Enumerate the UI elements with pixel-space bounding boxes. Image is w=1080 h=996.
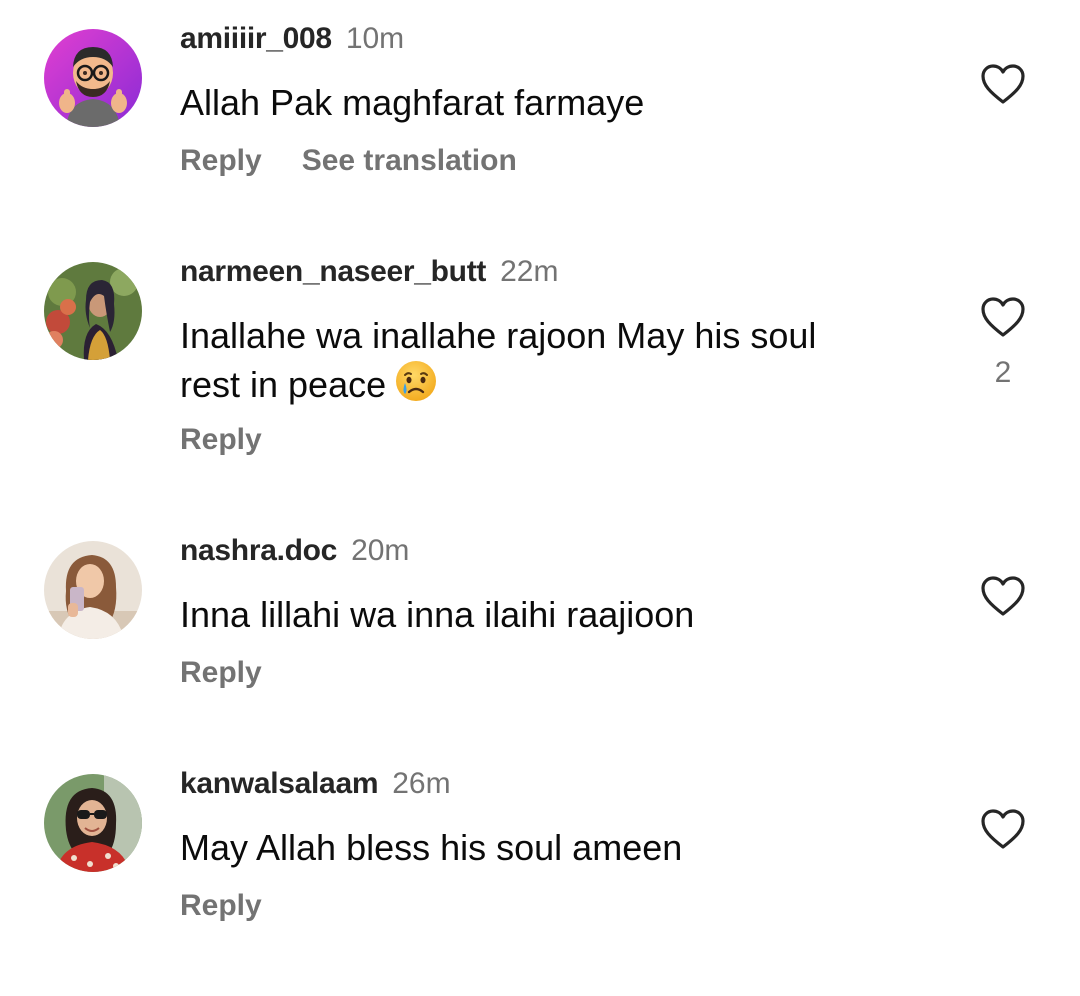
user-avatar[interactable] — [44, 541, 142, 639]
heart-outline-icon — [981, 809, 1025, 849]
username[interactable]: kanwalsalaam — [180, 767, 379, 800]
comment-text-line: Inallahe wa inallahe rajoon May his soul — [180, 315, 817, 356]
user-photo-avatar-icon — [44, 262, 142, 360]
comment-text: May Allah bless his soul ameen — [180, 827, 683, 868]
username[interactable]: nashra.doc — [180, 534, 337, 567]
comment-actions: Reply — [180, 656, 262, 690]
like-button[interactable] — [980, 296, 1026, 338]
memoji-avatar-icon — [44, 29, 142, 127]
crying-face-emoji-icon — [394, 359, 438, 414]
comment-time: 22m — [500, 255, 559, 288]
username[interactable]: narmeen_naseer_butt — [180, 255, 486, 288]
comment-actions: Reply See translation — [180, 144, 517, 178]
reply-button[interactable]: Reply — [180, 423, 262, 456]
comment-meta: amiiiir_008 10m — [180, 22, 404, 56]
username[interactable]: amiiiir_008 — [180, 22, 332, 55]
reply-button[interactable]: Reply — [180, 144, 262, 177]
comment-time: 26m — [392, 767, 451, 800]
like-button[interactable] — [980, 575, 1026, 617]
comment-text: Inallahe wa inallahe rajoon May his soul… — [180, 313, 920, 414]
heart-outline-icon — [981, 297, 1025, 337]
comment-text: Allah Pak maghfarat farmaye — [180, 82, 645, 123]
comment-time: 20m — [351, 534, 410, 567]
comment-text: Inna lillahi wa inna ilaihi raajioon — [180, 594, 695, 635]
comment-actions: Reply — [180, 423, 262, 457]
user-photo-avatar-icon — [44, 774, 142, 872]
comment-actions: Reply — [180, 889, 262, 923]
comment-time: 10m — [345, 22, 405, 55]
user-avatar[interactable] — [44, 774, 142, 872]
user-avatar[interactable] — [44, 29, 142, 127]
user-avatar[interactable] — [44, 262, 142, 360]
see-translation-button[interactable]: See translation — [302, 144, 517, 177]
reply-button[interactable]: Reply — [180, 889, 262, 922]
like-count: 2 — [994, 356, 1012, 389]
reply-button[interactable]: Reply — [180, 656, 262, 689]
heart-outline-icon — [981, 64, 1025, 104]
comment-meta: kanwalsalaam 26m — [180, 767, 451, 801]
like-button[interactable] — [980, 63, 1026, 105]
heart-outline-icon — [981, 576, 1025, 616]
like-button[interactable] — [980, 808, 1026, 850]
comment-text-line: rest in peace — [180, 359, 920, 414]
comment-meta: narmeen_naseer_butt 22m — [180, 255, 558, 289]
user-photo-avatar-icon — [44, 541, 142, 639]
comment-meta: nashra.doc 20m — [180, 534, 409, 568]
comment-text-segment: rest in peace — [180, 364, 387, 405]
